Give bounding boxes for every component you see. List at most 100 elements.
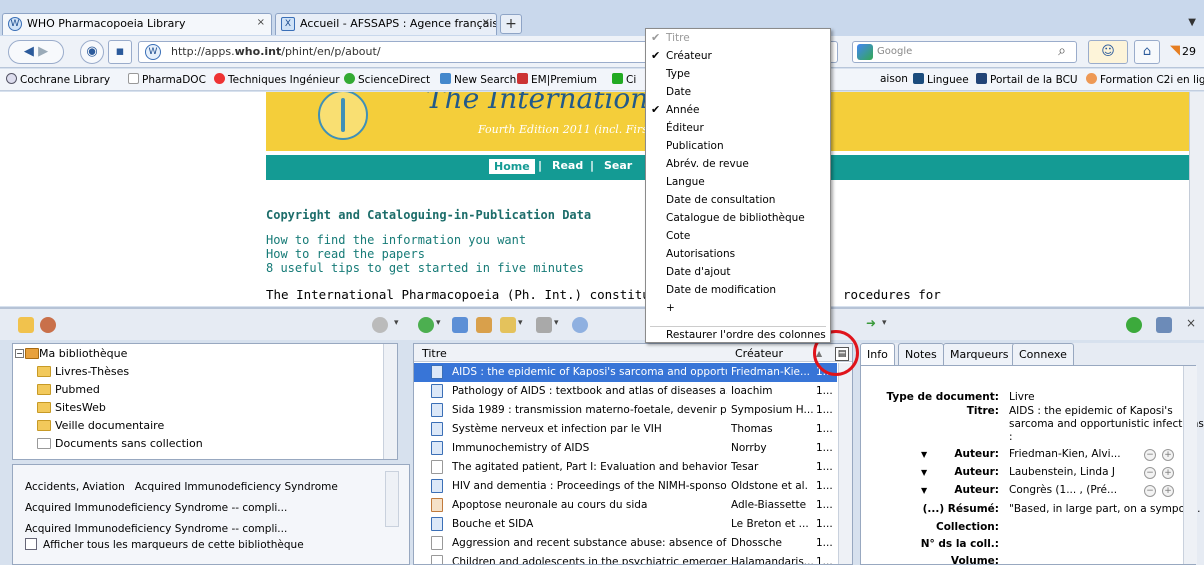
menu-item-call-number[interactable]: Cote <box>646 229 830 246</box>
title-value-line[interactable]: sarcoma and opportunistic infections <box>1009 418 1204 430</box>
collection-veille[interactable]: Veille documentaire <box>13 417 383 435</box>
tab-list-chevron-icon[interactable]: ▼ <box>1188 17 1196 28</box>
bookmark-sciencedirect[interactable]: ScienceDirect <box>344 73 430 86</box>
bookmark-techniques-ingenieur[interactable]: Techniques Ingénieur <box>214 73 340 86</box>
attachment-icon[interactable] <box>500 317 516 333</box>
collection-unfiled[interactable]: Documents sans collection <box>13 435 383 453</box>
menu-item-rights[interactable]: Autorisations <box>646 247 830 264</box>
bookmark-cochrane[interactable]: Cochrane Library <box>6 73 110 86</box>
column-header-creator[interactable]: Créateur <box>735 347 783 360</box>
addon-button[interactable]: ☺ <box>1088 40 1128 64</box>
item-row[interactable]: Système nerveux et infection par le VIH T… <box>414 420 837 439</box>
bookmark-maison[interactable]: aison <box>880 73 908 85</box>
chevron-down-icon[interactable]: ▾ <box>394 318 399 328</box>
item-type-value[interactable]: Livre <box>1009 391 1035 403</box>
abstract-value[interactable]: "Based, in large part, on a sympos... <box>1009 503 1200 515</box>
menu-item-access-date[interactable]: Date de consultation <box>646 193 830 210</box>
author-value[interactable]: Congrès (1... , (Pré... <box>1009 484 1117 496</box>
item-row[interactable]: Aggression and recent substance abuse: a… <box>414 534 837 553</box>
add-by-identifier-icon[interactable] <box>452 317 468 333</box>
search-icon[interactable] <box>572 317 588 333</box>
new-collection-icon[interactable] <box>18 317 34 333</box>
bookmark-new-search[interactable]: New Search <box>440 73 516 86</box>
abstract-label[interactable]: (...) Résumé: <box>923 503 999 515</box>
collection-livres-theses[interactable]: Livres-Thèses <box>13 363 383 381</box>
forward-arrow-icon[interactable]: ➜ <box>866 316 876 330</box>
remove-creator-icon[interactable]: − <box>1144 485 1156 497</box>
item-row[interactable]: Immunochemistry of AIDS Norrby 1... <box>414 439 837 458</box>
menu-item-language[interactable]: Langue <box>646 175 830 192</box>
add-creator-icon[interactable]: + <box>1162 449 1174 461</box>
menu-item-publication[interactable]: Publication <box>646 139 830 156</box>
menu-item-year[interactable]: ✔ Année <box>646 103 830 120</box>
menu-item-date-modified[interactable]: Date de modification <box>646 283 830 300</box>
item-row[interactable]: Bouche et SIDA Le Breton et ... 1... <box>414 515 837 534</box>
new-note-icon[interactable] <box>476 317 492 333</box>
fullscreen-icon[interactable] <box>1156 317 1172 333</box>
item-row[interactable]: Children and adolescents in the psychiat… <box>414 553 837 564</box>
pen-icon[interactable] <box>536 317 552 333</box>
item-row[interactable]: HIV and dementia : Proceedings of the NI… <box>414 477 837 496</box>
item-row[interactable]: The agitated patient, Part I: Evaluation… <box>414 458 837 477</box>
home-button[interactable]: ⌂ <box>1134 40 1160 64</box>
link-read-papers[interactable]: How to read the papers <box>266 247 425 261</box>
items-scrollbar[interactable] <box>838 363 852 564</box>
author-value[interactable]: Laubenstein, Linda J <box>1009 466 1115 478</box>
new-group-icon[interactable] <box>40 317 56 333</box>
collection-sitesweb[interactable]: SitesWeb <box>13 399 383 417</box>
sync-icon[interactable] <box>1126 317 1142 333</box>
tags-scrollbar[interactable] <box>385 471 399 527</box>
collection-pubmed[interactable]: Pubmed <box>13 381 383 399</box>
creator-type-chevron-icon[interactable]: ▼ <box>921 468 927 477</box>
add-creator-icon[interactable]: + <box>1162 467 1174 479</box>
search-input[interactable]: Google ⌕ <box>852 41 1077 63</box>
tag-item[interactable]: Acquired Immunodeficiency Syndrome -- co… <box>25 523 287 535</box>
add-creator-icon[interactable]: + <box>1162 485 1174 497</box>
bookmark-pharmadoc[interactable]: PharmaDOC <box>128 73 206 86</box>
menu-item-type[interactable]: Type <box>646 67 830 84</box>
item-row[interactable]: Sida 1989 : transmission materno-foetale… <box>414 401 837 420</box>
author-label[interactable]: Auteur: <box>954 448 999 460</box>
tab-info[interactable]: Info <box>860 343 895 365</box>
tab-notes[interactable]: Notes <box>898 343 944 365</box>
new-tab-button[interactable]: + <box>500 14 522 34</box>
tab-afssaps[interactable]: X Accueil - AFSSAPS : Agence française d… <box>275 13 497 35</box>
tab-related[interactable]: Connexe <box>1012 343 1074 365</box>
menu-item-publisher[interactable]: Éditeur <box>646 121 830 138</box>
search-icon[interactable]: ⌕ <box>1058 43 1066 59</box>
menu-item-date-added[interactable]: Date d'ajout <box>646 265 830 282</box>
collections-scrollbar[interactable] <box>383 344 397 459</box>
back-forward-button[interactable]: ◀ ▶ <box>8 40 64 64</box>
bookmark-linguee[interactable]: Linguee <box>913 73 969 86</box>
library-root[interactable]: − Ma bibliothèque <box>13 345 383 363</box>
remove-creator-icon[interactable]: − <box>1144 467 1156 479</box>
menu-item-restore-order[interactable]: Restaurer l'ordre des colonnes <box>646 328 830 345</box>
author-label[interactable]: Auteur: <box>954 466 999 478</box>
back-arrow-icon[interactable]: ◀ <box>24 44 34 59</box>
menu-item-library-catalog[interactable]: Catalogue de bibliothèque <box>646 211 830 228</box>
close-tab-icon[interactable]: × <box>482 17 490 28</box>
chevron-down-icon[interactable]: ▾ <box>436 318 441 328</box>
author-value[interactable]: Friedman-Kien, Alvi... <box>1009 448 1121 460</box>
menu-item-date[interactable]: Date <box>646 85 830 102</box>
menu-item-creator[interactable]: ✔ Créateur <box>646 49 830 66</box>
remove-creator-icon[interactable]: − <box>1144 449 1156 461</box>
save-page-button[interactable]: ▪ <box>108 40 132 64</box>
creator-type-chevron-icon[interactable]: ▼ <box>921 450 927 459</box>
link-useful-tips[interactable]: 8 useful tips to get started in five min… <box>266 261 584 275</box>
actions-gear-icon[interactable] <box>372 317 388 333</box>
bookmark-bcu[interactable]: Portail de la BCU <box>976 73 1078 86</box>
tag-item[interactable]: Accidents, Aviation <box>25 481 125 493</box>
chevron-down-icon[interactable]: ▾ <box>518 318 523 328</box>
chevron-down-icon[interactable]: ▾ <box>554 318 559 328</box>
close-icon[interactable]: × <box>1186 316 1196 330</box>
menu-item-journal-abbr[interactable]: Abrév. de revue <box>646 157 830 174</box>
history-button[interactable]: ◉ <box>80 40 104 64</box>
title-value-line[interactable]: AIDS : the epidemic of Kaposi's <box>1009 405 1173 417</box>
tab-tags[interactable]: Marqueurs <box>943 343 1016 365</box>
show-all-tags-checkbox[interactable]: Afficher tous les marqueurs de cette bib… <box>25 538 304 551</box>
nav-home-link[interactable]: Home <box>489 159 535 174</box>
bookmark-ci[interactable]: Ci <box>612 73 636 86</box>
item-row[interactable]: AIDS : the epidemic of Kaposi's sarcoma … <box>414 363 837 382</box>
page-scrollbar[interactable] <box>1189 92 1204 306</box>
